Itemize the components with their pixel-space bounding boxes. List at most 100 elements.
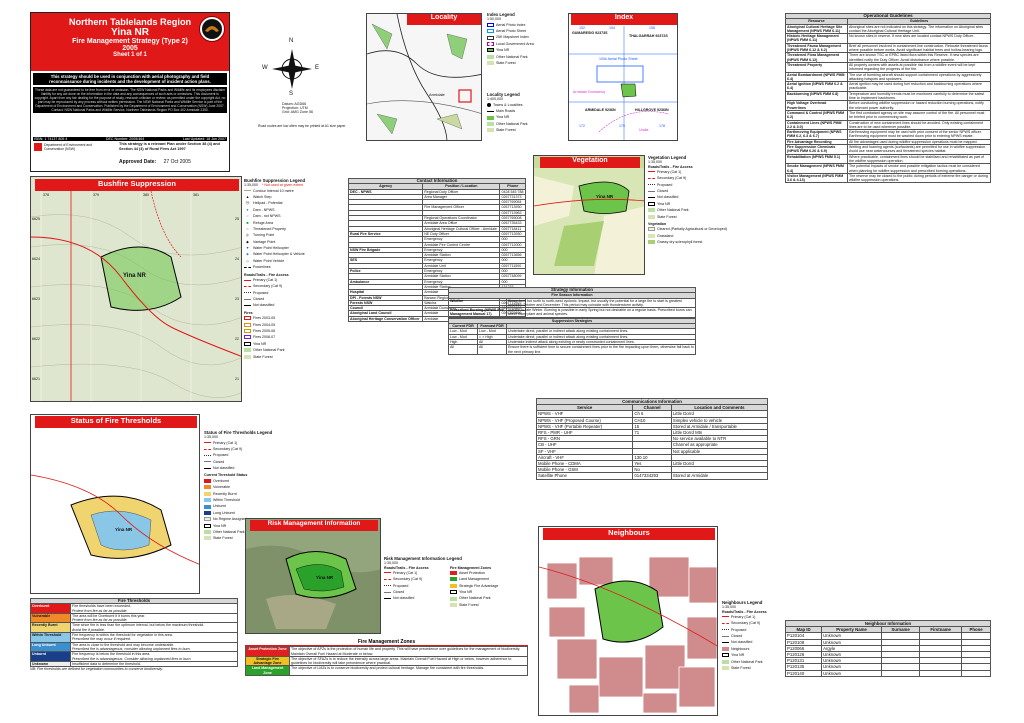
vantage-icon: ◆ — [246, 239, 249, 244]
risk-legend: Risk Management Information Legend 1:35,… — [384, 556, 514, 636]
table-row: Fire Suppression Chemicals (NPWS FMM 6.2… — [785, 144, 991, 155]
index-photo-num: 175 — [619, 124, 625, 128]
legend-item: Not classified — [384, 595, 444, 601]
grid-label-left: 6623 — [32, 297, 40, 301]
neighbours-shapes — [539, 556, 717, 714]
table-row: High Voltage Overhead Powerlines Before c… — [785, 100, 991, 111]
legend-item: State Forest — [487, 127, 559, 133]
dec-number: DEC Number: 2005/464 — [105, 137, 145, 141]
dept-name: Department of Environment and Conservati… — [44, 143, 93, 151]
table-cell: Threatened Flora Management (NPWS FMM 6.… — [785, 52, 848, 63]
table-row: Aboriginal Cultural Heritage Site Manage… — [785, 23, 991, 35]
bushfire-map[interactable]: Bushfire Suppression Yina NR 6625 6624 6… — [30, 176, 242, 402]
table-cell: Earthmoving equipment may be used with p… — [847, 129, 991, 140]
grid-label-right: 21 — [235, 377, 239, 381]
fire-thresholds-table-box: Fire Thresholds Overburnt Fire thresholds… — [30, 597, 238, 718]
legend-item: State Forest — [722, 665, 780, 671]
suppression-row: All All Ensure there is sufficient time to… — [448, 344, 696, 355]
risk-shapes — [246, 531, 380, 633]
threshold-row: Recently Burnt Time since fire is less th… — [30, 622, 238, 634]
table-cell: Rehabilitation (NPWS FMM 5.1) — [785, 153, 848, 165]
isbn-row: ISBN: 1 74137 805 4 DEC Number: 2005/464… — [33, 137, 227, 141]
last-updated: Last Updated: 18 Jun 2007 — [182, 137, 226, 141]
table-row: Threatened Property All property owners w… — [785, 61, 991, 73]
dept-logo — [34, 143, 42, 151]
vegetation-map[interactable]: Vegetation Yina NR — [533, 155, 645, 275]
table-row: Backburning (NPWS FMM 6.8) Temperature an… — [785, 90, 991, 102]
table-row: Satellite Phone 0147334293 Stored at Armid… — [535, 472, 769, 480]
neighbours-legend: Neighbours Legend 1:35,000 Roads/Trails … — [722, 600, 780, 716]
index-lga-label: Armidale Dumaresq — [573, 90, 605, 94]
grid-label-right: 25 — [235, 217, 239, 221]
bushfire-scale: 1:35,000 — [244, 183, 258, 188]
table-cell: 0428 545 788 — [499, 188, 526, 195]
table-row: Threatened Fauna Management (NPWS FMM 6.… — [785, 42, 991, 54]
table-cell: There are known TSC or EPBC listed flora… — [847, 52, 991, 63]
table-cell: Command & Control (NPWS FMM 6.2) — [785, 109, 848, 121]
neighbour-table: Neighbour Information Map ID Property Nam… — [784, 619, 991, 677]
table-cell — [919, 669, 963, 677]
zones-box: Fire Management Zones Asset Protection Z… — [245, 639, 528, 714]
grid-label-top: 379 — [93, 193, 99, 197]
table-row: Threatened Flora Management (NPWS FMM 6.… — [785, 52, 991, 63]
table-cell: Aboriginal sites are not indicated on th… — [847, 23, 991, 35]
comms-table: Communications Information Service Channe… — [535, 397, 769, 480]
comms-info: Communications Information Service Channe… — [535, 397, 769, 520]
table-row: Smoke Management (NPWS FMM 6.4) The poten… — [785, 163, 991, 174]
npws-emblem-icon — [202, 19, 222, 39]
table-cell: Fire Suppression Chemicals (NPWS FMM 6.2… — [785, 144, 848, 155]
legend-item: Not classified — [204, 465, 276, 471]
locality-map[interactable]: Locality Armidale — [366, 13, 482, 141]
table-cell: Visitor Management (NPWS FMM 3.6 & 4.13) — [785, 172, 848, 184]
zone-row: Asset Protection Zone The objective of AP… — [245, 646, 528, 657]
grid-label-top: 380 — [143, 193, 149, 197]
table-cell: P120140 — [784, 669, 823, 677]
table-cell: Aerial ignition may be used during fuel … — [847, 81, 991, 92]
water-vehicle-icon: ◇ — [246, 258, 249, 263]
table-cell: No known sites in reserve. If new sites … — [847, 33, 991, 44]
risk-road-col: Roads/Trails - Fire Access Primary (Cat … — [384, 566, 444, 609]
thresholds-map[interactable]: Status of Fire Thresholds Yina NR — [30, 414, 200, 594]
table-cell: Containment Lines (NPWS FMM 2.2 & 3.0) — [785, 119, 848, 131]
table-cell: Aboriginal Heritage Conservation Officer — [347, 315, 424, 323]
table-cell: 0147334293 — [632, 472, 672, 480]
table-cell — [880, 669, 921, 677]
grid-label-right: 23 — [235, 297, 239, 301]
locality-title: Locality — [407, 14, 481, 25]
grid-label-left: 6625 — [32, 217, 40, 221]
approved-label: Approved Date: — [119, 159, 157, 165]
compass-s: S — [289, 91, 294, 97]
legend-item: State Forest — [450, 602, 512, 608]
table-row: Historic Heritage Management (NPWS FMM 6… — [785, 33, 991, 44]
index-map[interactable]: Index GUMARESIG 92373S THALGARRAH 92372S… — [568, 13, 678, 141]
index-sheet-label: THALGARRAH 92372S — [629, 34, 668, 38]
risk-map[interactable]: Risk Management Information Yina NR — [245, 518, 381, 634]
index-sheet-label: GUMARESIG 92373S — [572, 31, 608, 35]
table-row: Rehabilitation (NPWS FMM 5.1) Where pract… — [785, 153, 991, 165]
index-sheet-label: HILLGROVE 9236IN — [635, 108, 669, 112]
table-cell: Construction of new containment lines sh… — [847, 119, 991, 131]
index-photo-num: 156 — [649, 26, 655, 30]
water-heli-vehicle-icon: ◈ — [246, 252, 249, 257]
grid-label-top: 378 — [43, 193, 49, 197]
dam-icon: ○ — [246, 214, 249, 219]
threshold-row: Within Threshold Fire frequency is within… — [30, 632, 238, 643]
table-cell: Brief all personnel involved in containm… — [847, 42, 991, 54]
table-cell: Temperature and humidity trends must be … — [847, 90, 991, 102]
legend-item: State Forest — [487, 60, 567, 66]
table-cell: All fire advantages used during wildfire… — [847, 138, 991, 146]
compass-e: E — [315, 65, 320, 71]
table-cell: Aerial Ignition (NPWS FMM 6.2 & 6.4) — [785, 81, 848, 92]
suppression-table: Suppression Strategies Current FDR Foreca… — [448, 317, 696, 355]
helipad-icon: Ⓗ — [245, 201, 250, 206]
fire-thresholds-table: Fire Thresholds Overburnt Fire thresholds… — [30, 597, 238, 668]
neighbours-map[interactable]: Neighbours — [538, 526, 718, 716]
datum-line: Grid: AMG Zone 56 — [282, 110, 313, 115]
legend-item: Not classified — [244, 302, 336, 308]
table-row: Aerial Bombardment (NPWS FMM 6.4) The use… — [785, 71, 991, 83]
compass: N S E W — [262, 36, 322, 102]
isbn-text: ISBN: 1 74137 805 4 — [34, 137, 68, 141]
table-cell: The potential impacts of smoke and possi… — [847, 163, 991, 174]
vegetation-legend: Vegetation Legend 1:35,000 Roads/Trails … — [648, 155, 728, 275]
index-photo-num: 172 — [579, 124, 585, 128]
